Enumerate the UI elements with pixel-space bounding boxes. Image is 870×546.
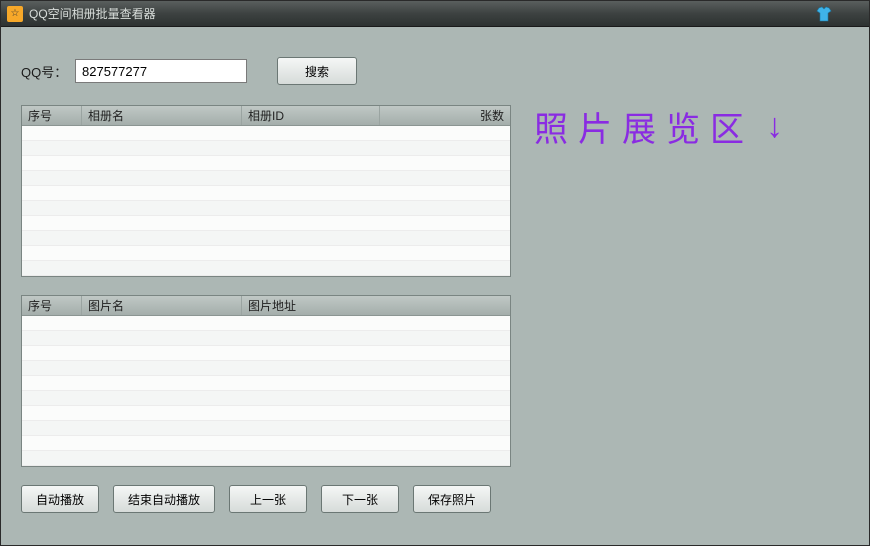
image-table: 序号 图片名 图片地址 [21, 295, 511, 467]
shirt-icon[interactable] [815, 5, 833, 23]
preview-text: 照片展览区 [534, 102, 754, 151]
app-window: ☆ QQ空间相册批量查看器 QQ号： 搜索 序号 相册名 相册ID 张数 [0, 0, 870, 546]
preview-area-label: 照片展览区 ↓ [534, 102, 854, 151]
down-arrow-icon: ↓ [766, 108, 783, 146]
table-row[interactable] [22, 141, 510, 156]
table-row[interactable] [22, 156, 510, 171]
table-row[interactable] [22, 316, 510, 331]
qq-label: QQ号： [21, 62, 75, 81]
table-row[interactable] [22, 391, 510, 406]
table-row[interactable] [22, 331, 510, 346]
client-area: QQ号： 搜索 序号 相册名 相册ID 张数 [1, 27, 869, 545]
search-button[interactable]: 搜索 [277, 57, 357, 85]
search-row: QQ号： 搜索 [21, 57, 511, 85]
table-row[interactable] [22, 216, 510, 231]
image-table-header: 序号 图片名 图片地址 [22, 296, 510, 316]
album-col-count[interactable]: 张数 [380, 106, 510, 125]
image-col-name[interactable]: 图片名 [82, 296, 242, 315]
table-row[interactable] [22, 171, 510, 186]
table-row[interactable] [22, 376, 510, 391]
table-row[interactable] [22, 421, 510, 436]
album-col-id[interactable]: 相册ID [242, 106, 380, 125]
album-table-header: 序号 相册名 相册ID 张数 [22, 106, 510, 126]
table-row[interactable] [22, 261, 510, 276]
image-col-url[interactable]: 图片地址 [242, 296, 510, 315]
table-row[interactable] [22, 246, 510, 261]
stop-auto-play-button[interactable]: 结束自动播放 [113, 485, 215, 513]
table-row[interactable] [22, 346, 510, 361]
table-row[interactable] [22, 436, 510, 451]
album-col-seq[interactable]: 序号 [22, 106, 82, 125]
album-table-body[interactable] [22, 126, 510, 276]
auto-play-button[interactable]: 自动播放 [21, 485, 99, 513]
button-row: 自动播放 结束自动播放 上一张 下一张 保存照片 [21, 485, 511, 513]
table-row[interactable] [22, 451, 510, 466]
left-pane: QQ号： 搜索 序号 相册名 相册ID 张数 [21, 27, 511, 545]
album-col-name[interactable]: 相册名 [82, 106, 242, 125]
titlebar[interactable]: ☆ QQ空间相册批量查看器 [1, 1, 869, 27]
table-row[interactable] [22, 361, 510, 376]
table-row[interactable] [22, 201, 510, 216]
table-row[interactable] [22, 406, 510, 421]
window-title: QQ空间相册批量查看器 [29, 5, 156, 22]
next-button[interactable]: 下一张 [321, 485, 399, 513]
table-row[interactable] [22, 231, 510, 246]
table-row[interactable] [22, 126, 510, 141]
prev-button[interactable]: 上一张 [229, 485, 307, 513]
app-icon: ☆ [7, 6, 23, 22]
qq-input[interactable] [75, 59, 247, 83]
image-col-seq[interactable]: 序号 [22, 296, 82, 315]
album-table: 序号 相册名 相册ID 张数 [21, 105, 511, 277]
image-table-body[interactable] [22, 316, 510, 466]
save-button[interactable]: 保存照片 [413, 485, 491, 513]
table-row[interactable] [22, 186, 510, 201]
